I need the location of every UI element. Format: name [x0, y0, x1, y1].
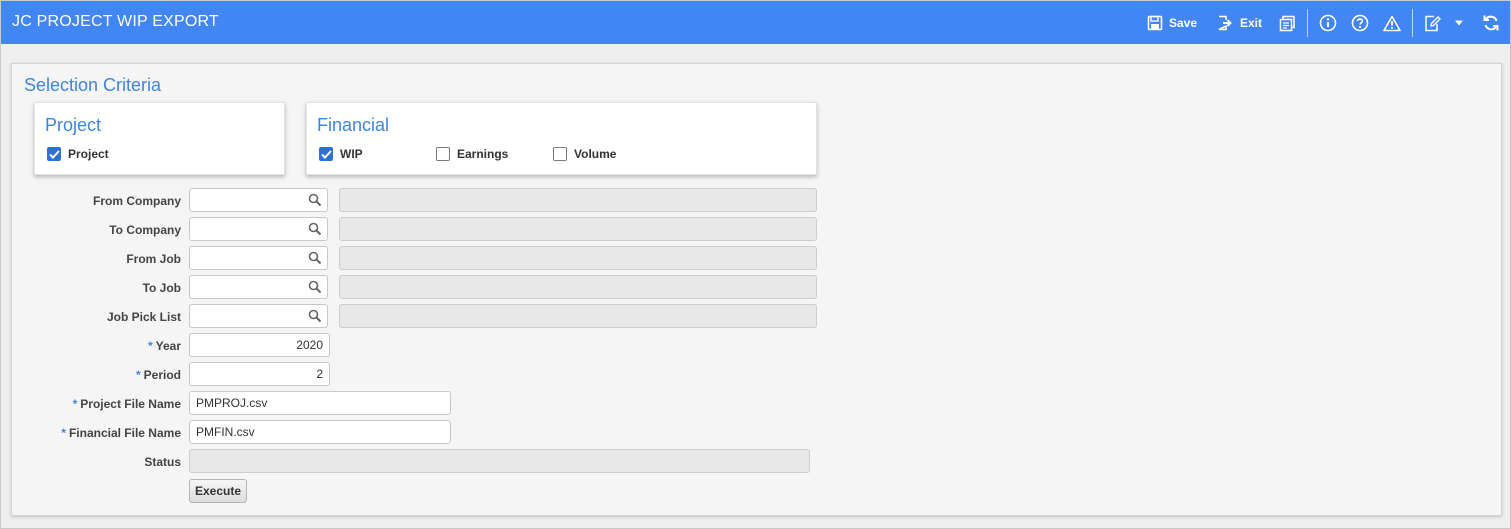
from-job-label: From Job	[126, 252, 181, 266]
exit-label: Exit	[1240, 16, 1263, 30]
project-checkbox-label: Project	[68, 147, 109, 161]
exit-button[interactable]: Exit	[1217, 12, 1262, 34]
period-input[interactable]: 2	[189, 362, 330, 386]
exit-icon	[1218, 15, 1232, 31]
checkbox-unchecked-icon	[436, 147, 450, 161]
info-button[interactable]	[1319, 12, 1337, 34]
toolbar-divider	[1412, 9, 1413, 37]
notes-icon	[1425, 15, 1441, 31]
help-icon	[1351, 14, 1369, 32]
to-job-input[interactable]	[189, 275, 328, 299]
notes-menu-dropdown[interactable]	[1454, 12, 1464, 34]
financial-file-name-label-text: Financial File Name	[68, 426, 181, 440]
search-icon[interactable]	[308, 193, 322, 207]
volume-checkbox-label: Volume	[574, 147, 617, 161]
project-file-name-label: * Project File Name	[73, 397, 181, 411]
earnings-checkbox-label: Earnings	[457, 147, 509, 161]
checkbox-checked-icon	[47, 147, 61, 161]
period-label-text: Period	[143, 368, 181, 382]
save-icon	[1147, 15, 1163, 31]
required-marker: *	[147, 339, 153, 353]
help-button[interactable]	[1351, 12, 1369, 34]
print-icon	[1279, 15, 1295, 31]
toolbar-divider	[1307, 9, 1308, 37]
info-icon	[1319, 14, 1337, 32]
warning-button[interactable]	[1383, 12, 1401, 34]
project-file-name-input[interactable]: PMPROJ.csv	[189, 391, 451, 415]
volume-checkbox[interactable]: Volume	[553, 147, 616, 161]
job-pick-list-input[interactable]	[189, 304, 328, 328]
job-pick-list-description	[339, 304, 817, 328]
print-button[interactable]	[1279, 12, 1296, 34]
year-input[interactable]: 2020	[189, 333, 330, 357]
year-label-text: Year	[155, 339, 181, 353]
chevron-down-icon	[1455, 20, 1463, 26]
project-group: Project Project	[34, 102, 285, 175]
required-marker: *	[72, 397, 78, 411]
to-company-input[interactable]	[189, 217, 328, 241]
search-icon[interactable]	[308, 280, 322, 294]
from-company-input[interactable]	[189, 188, 328, 212]
from-company-description	[339, 188, 817, 212]
save-label: Save	[1169, 16, 1198, 30]
from-company-label: From Company	[92, 194, 181, 208]
project-file-name-label-text: Project File Name	[80, 397, 181, 411]
refresh-button[interactable]	[1482, 12, 1500, 34]
checkbox-checked-icon	[319, 147, 333, 161]
financial-file-name-input[interactable]: PMFIN.csv	[189, 420, 451, 444]
search-icon[interactable]	[308, 251, 322, 265]
section-title: Selection Criteria	[24, 75, 162, 95]
from-job-input[interactable]	[189, 246, 328, 270]
wip-checkbox[interactable]: WIP	[319, 147, 363, 161]
job-pick-list-label: Job Pick List	[106, 310, 181, 324]
status-field	[189, 449, 810, 473]
to-job-label: To Job	[142, 281, 181, 295]
save-button[interactable]: Save	[1147, 12, 1197, 34]
to-company-label: To Company	[109, 223, 181, 237]
to-company-description	[339, 217, 817, 241]
status-label: Status	[144, 455, 181, 469]
to-job-description	[339, 275, 817, 299]
financial-group-title: Financial	[317, 115, 390, 135]
app-title: JC PROJECT WIP EXPORT	[12, 13, 219, 30]
checkbox-unchecked-icon	[553, 147, 567, 161]
financial-group: Financial WIP Earnings Volume	[306, 102, 817, 175]
required-marker: *	[135, 368, 141, 382]
warning-icon	[1383, 15, 1401, 31]
project-group-title: Project	[45, 115, 102, 135]
wip-checkbox-label: WIP	[340, 147, 363, 161]
project-checkbox[interactable]: Project	[47, 147, 109, 161]
from-job-description	[339, 246, 817, 270]
notes-button[interactable]	[1424, 12, 1441, 34]
search-icon[interactable]	[308, 309, 322, 323]
period-label: * Period	[136, 368, 181, 382]
year-label: * Year	[148, 339, 181, 353]
financial-file-name-label: * Financial File Name	[61, 426, 181, 440]
refresh-icon	[1483, 15, 1499, 31]
search-icon[interactable]	[308, 222, 322, 236]
execute-button[interactable]: Execute	[189, 479, 247, 503]
title-bar: JC PROJECT WIP EXPORT Save Exit	[1, 1, 1510, 44]
earnings-checkbox[interactable]: Earnings	[436, 147, 508, 161]
required-marker: *	[61, 426, 66, 440]
selection-panel: Selection Criteria Project Project Finan…	[11, 63, 1502, 516]
